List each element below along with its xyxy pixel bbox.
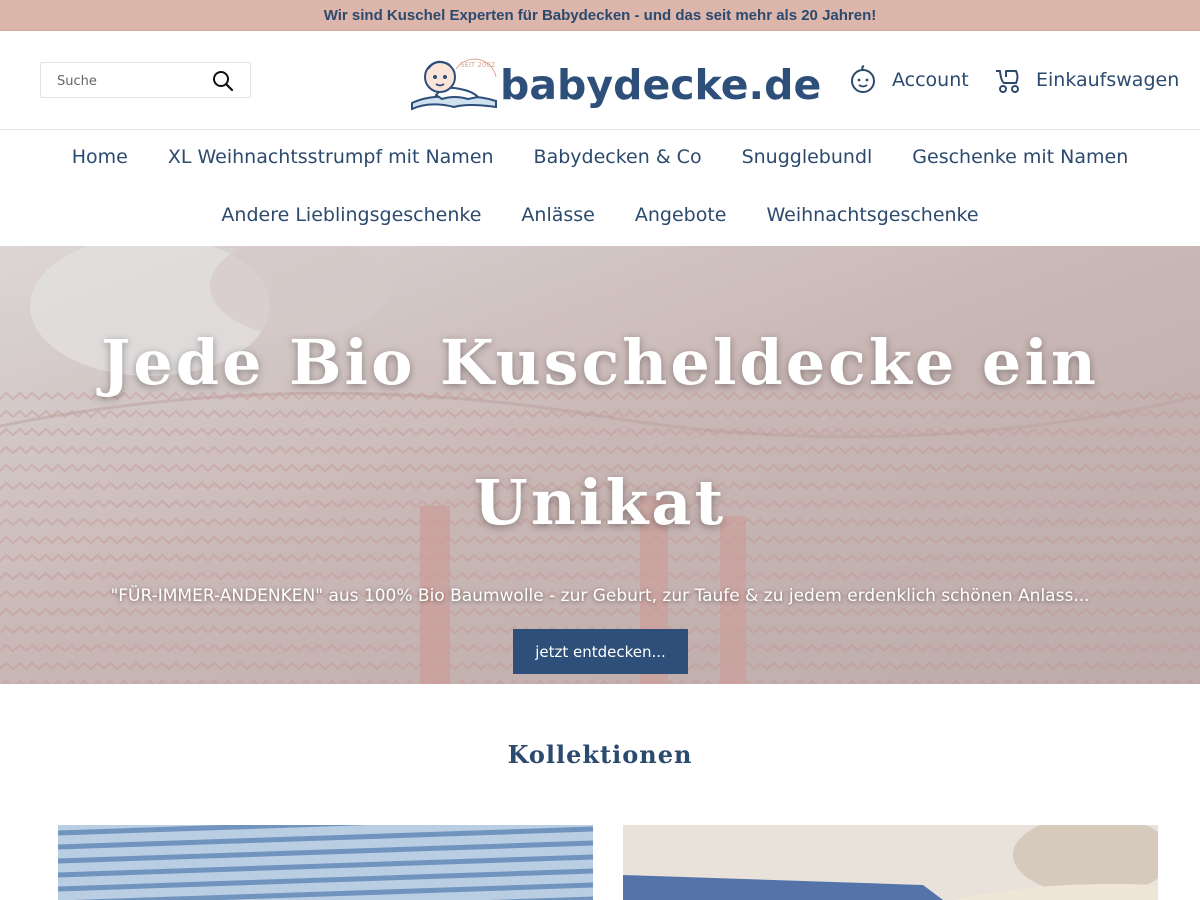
cart-label: Einkaufswagen	[1036, 69, 1180, 91]
discover-button[interactable]: jetzt entdecken...	[513, 629, 688, 674]
site-logo[interactable]: SEIT 2002 babydecke.de	[408, 51, 821, 113]
site-header: SEIT 2002 babydecke.de Account Einkaufsw…	[0, 31, 1200, 130]
account-link[interactable]: Account	[848, 65, 969, 95]
nav-item-anlaesse[interactable]: Anlässe	[521, 204, 594, 226]
logo-badge: SEIT 2002	[460, 61, 495, 69]
hero-blanket-image	[0, 246, 1200, 684]
collections-heading: Kollektionen	[507, 740, 693, 769]
cart-link[interactable]: Einkaufswagen	[992, 65, 1179, 95]
search-icon[interactable]	[211, 69, 235, 93]
hero-title-line-2: Unikat	[473, 466, 727, 539]
nav-item-angebote[interactable]: Angebote	[635, 204, 727, 226]
nav-item-geschenke-mit-namen[interactable]: Geschenke mit Namen	[912, 146, 1128, 168]
baby-face-icon	[851, 65, 875, 93]
nav-row-1: Home XL Weihnachtsstrumpf mit Namen Baby…	[0, 146, 1200, 168]
search-input[interactable]	[57, 71, 207, 91]
announcement-text: Wir sind Kuschel Experten für Babydecken…	[323, 6, 877, 24]
announcement-bar: Wir sind Kuschel Experten für Babydecken…	[0, 0, 1200, 31]
stroller-icon	[996, 70, 1019, 93]
logo-text: babydecke.de	[500, 61, 822, 109]
collection-photo-image	[623, 825, 1158, 900]
account-label: Account	[892, 69, 969, 91]
nav-item-babydecken[interactable]: Babydecken & Co	[534, 146, 702, 168]
nav-row-2: Andere Lieblingsgeschenke Anlässe Angebo…	[0, 204, 1200, 226]
collection-card[interactable]	[623, 825, 1158, 900]
main-navigation: Home XL Weihnachtsstrumpf mit Namen Baby…	[0, 131, 1200, 246]
nav-item-lieblingsgeschenke[interactable]: Andere Lieblingsgeschenke	[221, 204, 481, 226]
collection-card[interactable]	[58, 825, 593, 900]
hero-banner: Jede Bio Kuscheldecke ein Unikat "FÜR-IM…	[0, 246, 1200, 684]
nav-item-snugglebundl[interactable]: Snugglebundl	[742, 146, 873, 168]
baby-logo-icon: SEIT 2002	[411, 58, 497, 111]
nav-item-home[interactable]: Home	[72, 146, 128, 168]
hero-title-line-1: Jede Bio Kuscheldecke ein	[100, 326, 1099, 399]
search-box[interactable]	[40, 62, 251, 98]
striped-blanket-image	[58, 825, 593, 900]
nav-item-weihnachtsgeschenke[interactable]: Weihnachtsgeschenke	[766, 204, 978, 226]
nav-item-xl-weihnachtsstrumpf[interactable]: XL Weihnachtsstrumpf mit Namen	[168, 146, 494, 168]
hero-subtitle: "FÜR-IMMER-ANDENKEN" aus 100% Bio Baumwo…	[110, 586, 1090, 606]
